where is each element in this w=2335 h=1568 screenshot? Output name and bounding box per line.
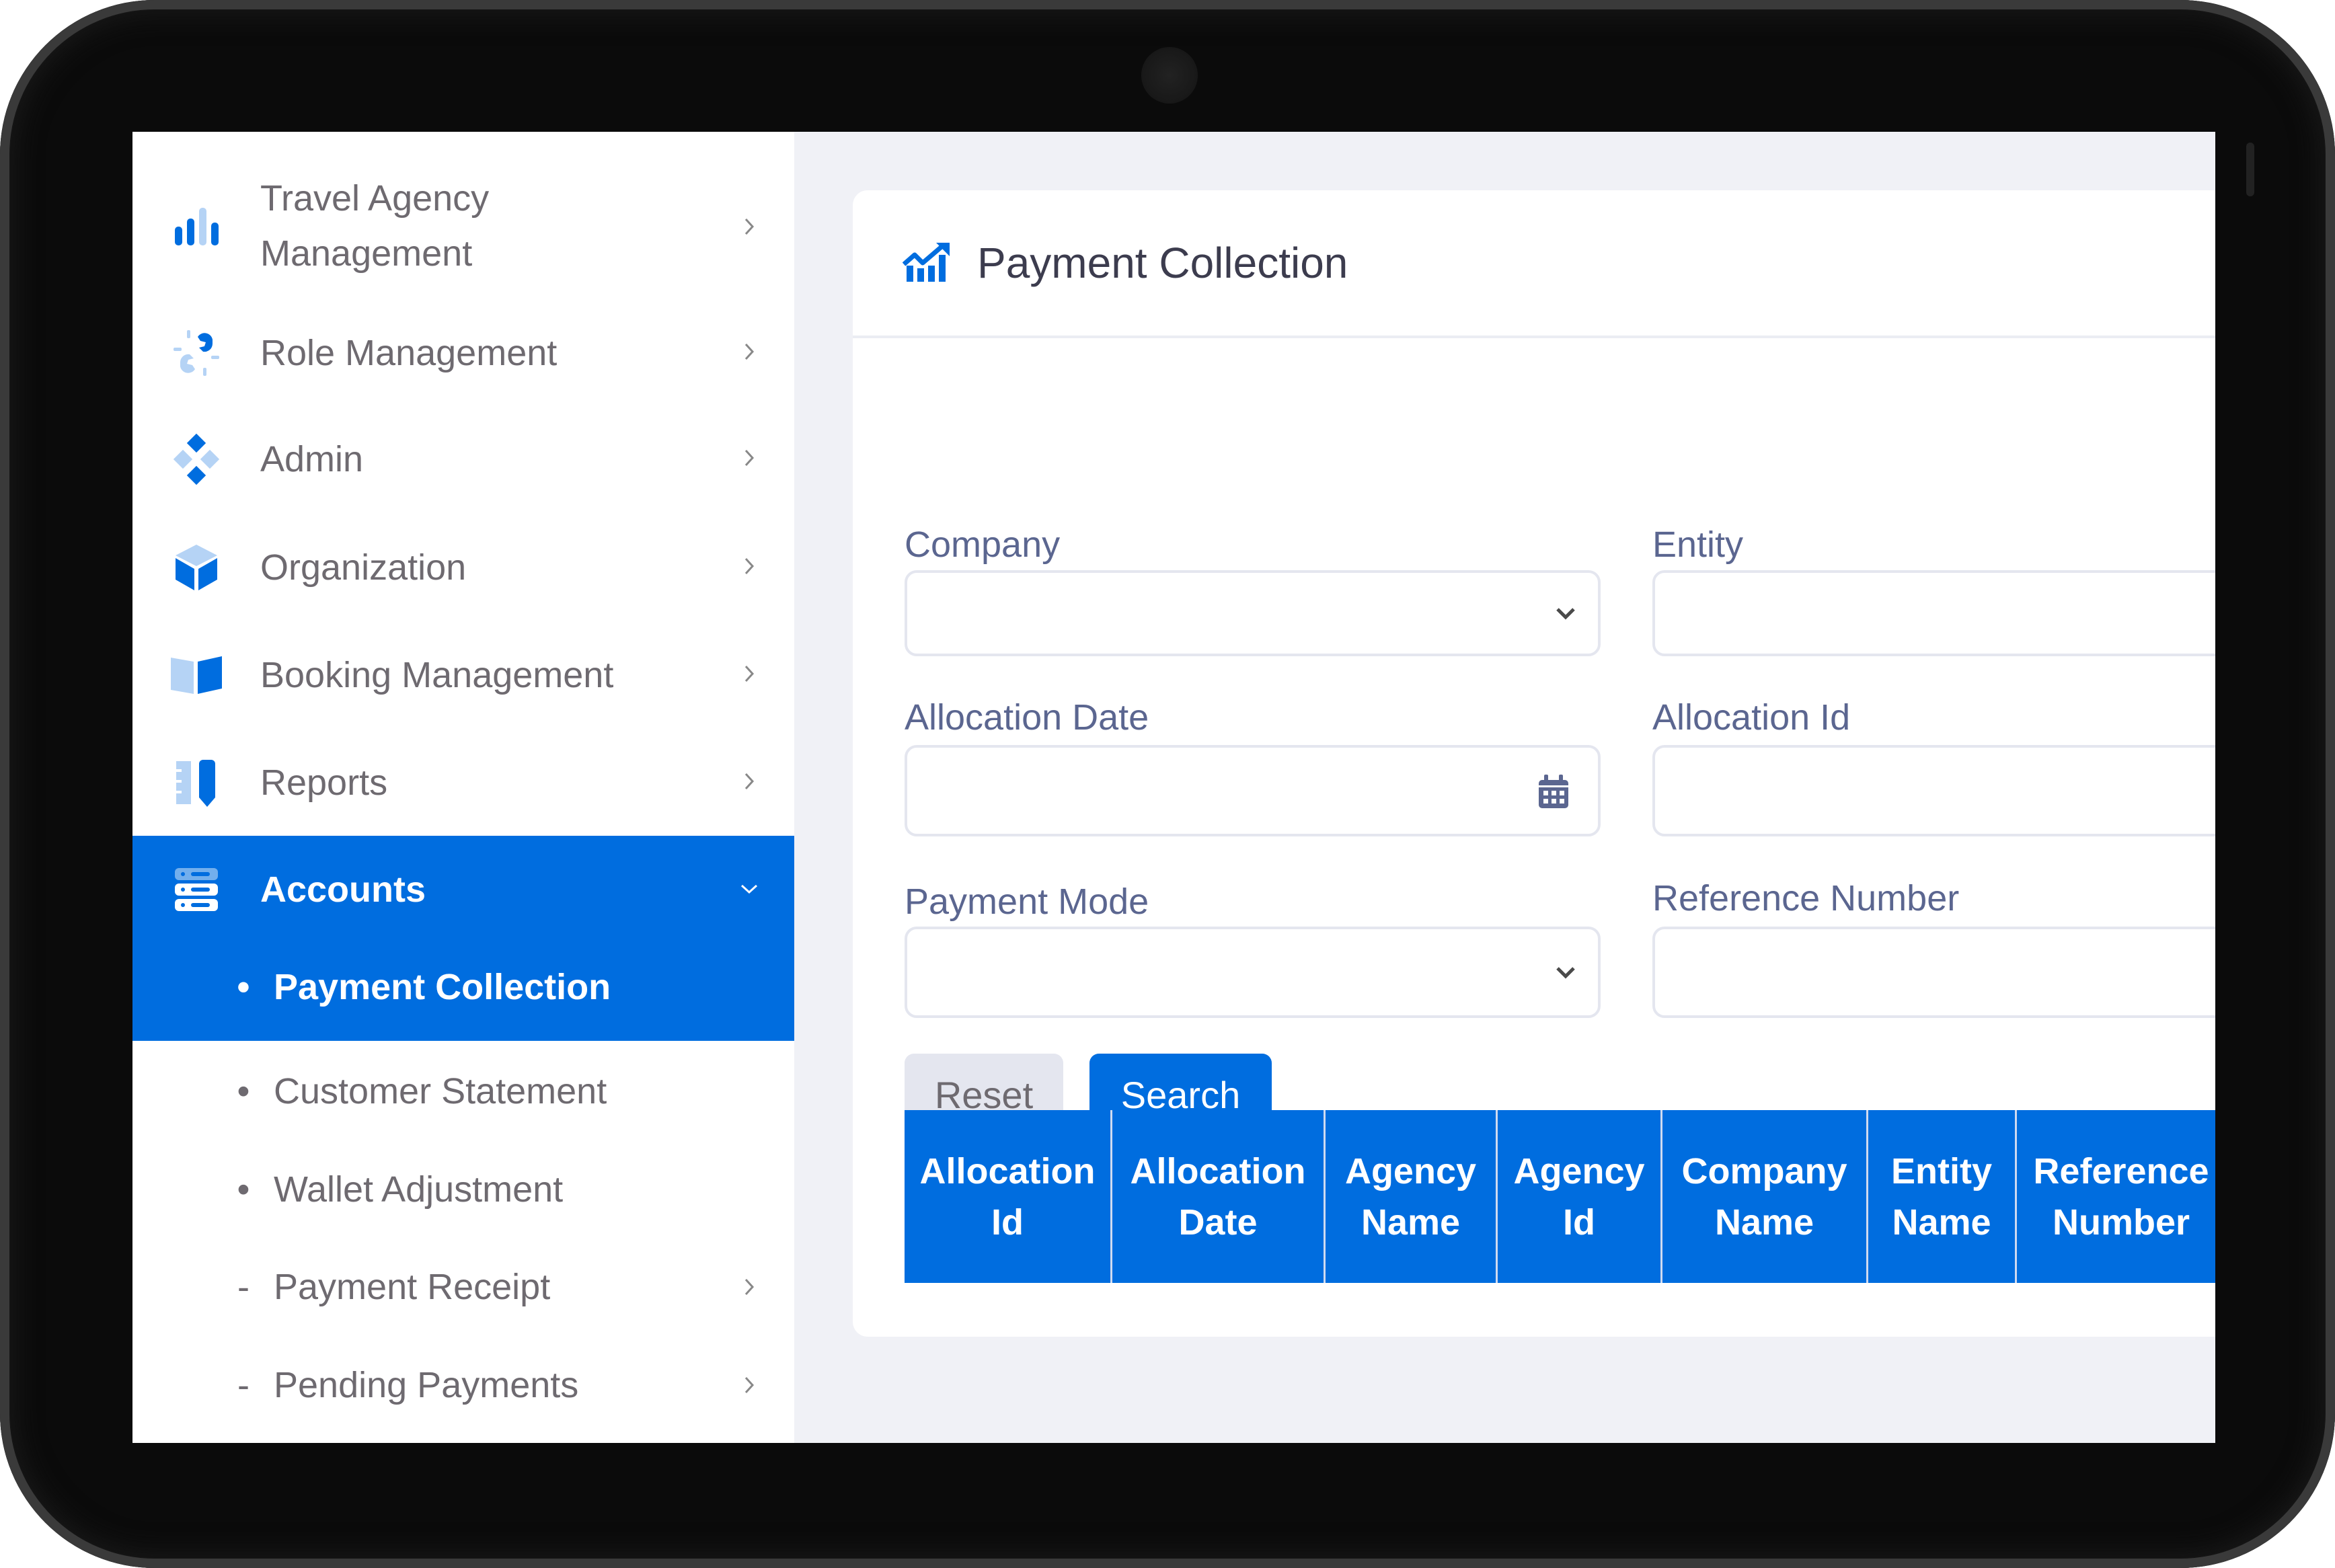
sidebar-item-label: Organization: [260, 547, 467, 588]
sidebar-item-label: Role Management: [260, 333, 558, 373]
chevron-down-icon: [1556, 608, 1575, 620]
reference-number-field[interactable]: [1652, 927, 2215, 1018]
chevron-right-icon: [744, 773, 755, 790]
sidebar-item-booking-management[interactable]: Booking Management: [132, 648, 794, 703]
sidebar-subitem-customer-statement[interactable]: • Customer Statement: [132, 1051, 794, 1132]
payment-mode-select[interactable]: [905, 927, 1601, 1018]
chevron-right-icon: [744, 218, 755, 235]
sidebar-item-organization[interactable]: Organization: [132, 540, 794, 595]
column-header-allocation-date[interactable]: Allocation Date: [1112, 1110, 1326, 1283]
company-label: Company: [905, 524, 1061, 565]
allocation-id-label: Allocation Id: [1652, 697, 1851, 738]
chevron-down-icon: [1556, 967, 1575, 979]
results-table-header: Allocation Id Allocation Date Agency Nam…: [905, 1110, 2215, 1283]
dash-icon: -: [237, 1267, 250, 1307]
sidebar-item-label-line2: Management: [260, 233, 473, 274]
sidebar-item-label: Reports: [260, 762, 388, 803]
sidebar-item-label: Accounts: [260, 869, 426, 910]
ruler-pencil-icon: [169, 756, 223, 810]
tablet-frame: Travel Agency Management Role Management: [0, 0, 2335, 1568]
column-header-reference-number[interactable]: Reference Number: [2017, 1110, 2215, 1283]
sidebar-item-accounts[interactable]: Accounts: [132, 836, 794, 943]
allocation-id-field[interactable]: [1652, 745, 2215, 836]
sidebar-subitem-label: Payment Receipt: [274, 1267, 551, 1307]
payment-collection-card: Payment Collection Company Entity Alloca…: [853, 190, 2215, 1337]
column-header-agency-name[interactable]: Agency Name: [1326, 1110, 1498, 1283]
allocation-date-picker[interactable]: [905, 745, 1601, 836]
bullet-icon: •: [237, 967, 250, 1007]
card-header: Payment Collection: [853, 190, 2215, 338]
chevron-right-icon: [744, 1376, 755, 1394]
column-header-agency-id[interactable]: Agency Id: [1498, 1110, 1662, 1283]
sidebar-item-role-management[interactable]: Role Management: [132, 325, 794, 381]
server-icon: [169, 863, 223, 916]
diamonds-icon: [169, 432, 223, 486]
chevron-right-icon: [744, 665, 755, 682]
bar-chart-icon: [169, 200, 223, 253]
sidebar: Travel Agency Management Role Management: [132, 132, 794, 1443]
sidebar-item-admin[interactable]: Admin: [132, 432, 794, 487]
broken-link-icon: [169, 326, 223, 380]
sidebar-subitem-label: Customer Statement: [274, 1071, 607, 1111]
chevron-right-icon: [744, 1278, 755, 1296]
bullet-icon: •: [237, 1071, 250, 1111]
chevron-right-icon: [744, 343, 755, 360]
column-header-entity-name[interactable]: Entity Name: [1868, 1110, 2017, 1283]
allocation-date-label: Allocation Date: [905, 697, 1149, 738]
entity-label: Entity: [1652, 524, 1744, 565]
chevron-right-icon: [744, 557, 755, 575]
sidebar-subitem-wallet-adjustment[interactable]: • Wallet Adjustment: [132, 1149, 794, 1230]
sidebar-item-label: Travel Agency: [260, 178, 490, 219]
chevron-right-icon: [744, 449, 755, 467]
sidebar-subitem-label: Payment Collection: [274, 967, 611, 1007]
column-header-allocation-id[interactable]: Allocation Id: [905, 1110, 1112, 1283]
sidebar-subitem-label: Pending Payments: [274, 1365, 579, 1405]
front-camera: [1141, 47, 1198, 104]
bullet-icon: •: [237, 1169, 250, 1210]
sidebar-subitem-pending-payments[interactable]: - Pending Payments: [132, 1345, 794, 1425]
sidebar-subitem-label: Wallet Adjustment: [274, 1169, 564, 1210]
reference-number-label: Reference Number: [1652, 878, 1960, 918]
company-select[interactable]: [905, 570, 1601, 656]
sidebar-item-label: Admin: [260, 439, 364, 479]
chart-growth-icon: [903, 243, 950, 282]
sidebar-item-travel-agency-management[interactable]: Travel Agency Management: [132, 169, 794, 284]
book-icon: [169, 648, 223, 702]
sidebar-item-reports[interactable]: Reports: [132, 755, 794, 810]
side-sensor: [2246, 143, 2254, 196]
chevron-down-icon: [740, 884, 758, 894]
page-title: Payment Collection: [977, 239, 1348, 287]
payment-mode-label: Payment Mode: [905, 881, 1149, 922]
cube-icon: [169, 541, 223, 594]
app-screen: Travel Agency Management Role Management: [132, 132, 2215, 1443]
entity-field[interactable]: [1652, 570, 2215, 656]
column-header-company-name[interactable]: Company Name: [1662, 1110, 1868, 1283]
sidebar-subitem-payment-collection[interactable]: • Payment Collection: [132, 943, 794, 1041]
calendar-icon: [1539, 775, 1568, 808]
dash-icon: -: [237, 1365, 250, 1405]
sidebar-item-label: Booking Management: [260, 655, 614, 695]
sidebar-subitem-payment-receipt[interactable]: - Payment Receipt: [132, 1247, 794, 1327]
